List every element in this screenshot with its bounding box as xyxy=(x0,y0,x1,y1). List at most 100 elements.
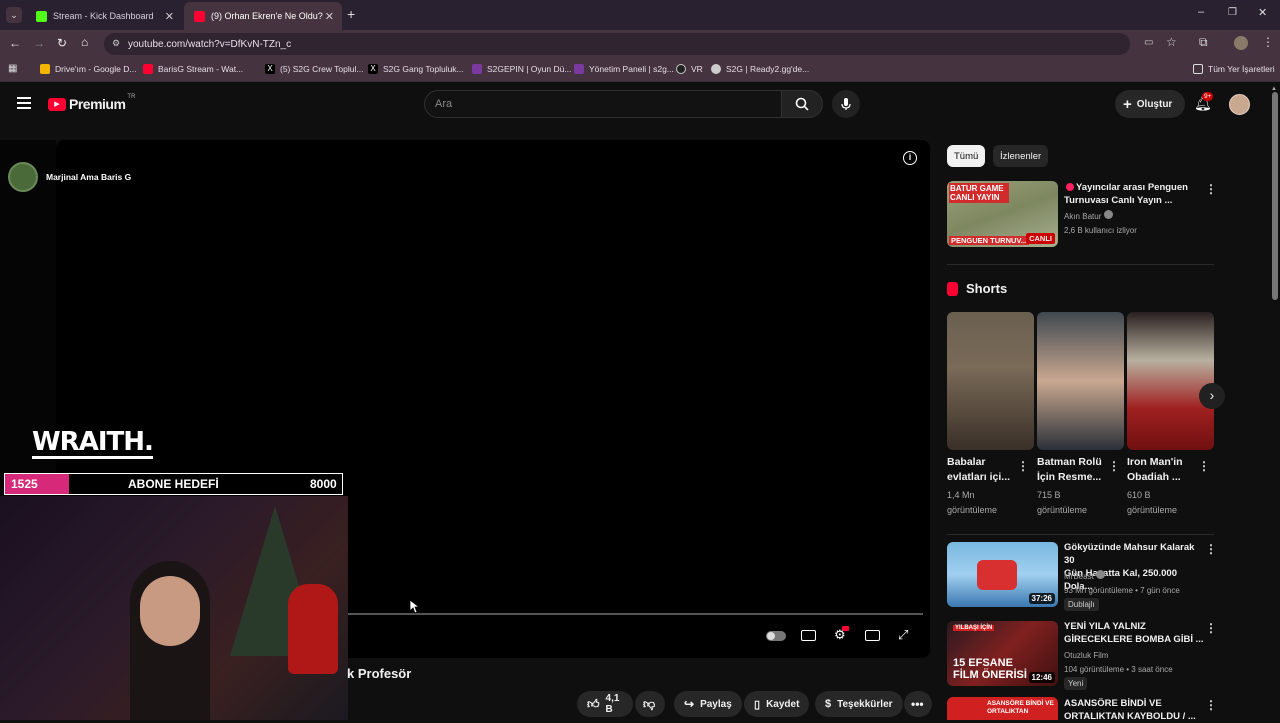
live-video-title[interactable]: Yayıncılar arası Penguen Turnuvası Canlı… xyxy=(1064,181,1204,207)
bookmark-item[interactable]: X S2G Gang Topluluk... xyxy=(368,64,464,74)
more-options-icon[interactable]: ⋮ xyxy=(1205,698,1217,712)
account-avatar[interactable] xyxy=(1229,94,1250,115)
thumb-line: FİLM ÖNERİSİ xyxy=(953,669,1027,681)
bookmark-label: VR xyxy=(691,64,703,74)
bookmark-item[interactable]: S2G | Ready2.gg'de... xyxy=(711,64,809,74)
save-label: Kaydet xyxy=(766,698,800,710)
reload-icon[interactable]: ↻ xyxy=(57,36,67,50)
short-thumbnail[interactable] xyxy=(1127,312,1214,450)
title-line: Yayıncılar arası Penguen xyxy=(1076,182,1188,193)
autoplay-toggle[interactable] xyxy=(766,631,786,641)
microphone-icon xyxy=(841,98,851,110)
maximize-button[interactable]: ❐ xyxy=(1228,7,1237,18)
scroll-up-arrow[interactable]: ▲ xyxy=(1271,86,1277,92)
subtitles-icon[interactable] xyxy=(801,630,816,641)
chip-watched[interactable]: İzlenenler xyxy=(993,145,1049,167)
bookmark-star-icon[interactable]: ☆ xyxy=(1166,35,1177,49)
more-options-icon[interactable]: ⋮ xyxy=(1198,459,1210,473)
home-icon[interactable]: ⌂ xyxy=(81,35,88,49)
video-channel[interactable]: MrBeast xyxy=(1064,570,1106,583)
bookmark-item[interactable]: S2GEPIN | Oyun Dü... xyxy=(472,64,571,74)
back-icon[interactable]: ← xyxy=(9,36,21,50)
live-video-channel[interactable]: Akın Batur xyxy=(1064,210,1113,223)
progress-bar[interactable] xyxy=(347,613,923,615)
tab-youtube-video[interactable]: (9) Orhan Ekren'e Ne Oldu? İng ✕ xyxy=(184,2,342,30)
verified-icon xyxy=(1096,570,1106,579)
profile-avatar[interactable] xyxy=(1234,36,1248,50)
new-tab-button[interactable]: + xyxy=(347,6,355,22)
chip-label: Tümü xyxy=(954,150,979,162)
more-icon: ••• xyxy=(911,697,924,711)
more-options-icon[interactable]: ⋮ xyxy=(1205,621,1217,635)
thanks-button[interactable]: $ Teşekkürler xyxy=(815,691,903,717)
video-thumbnail[interactable]: YILBAŞI İÇİN 15 EFSANE FİLM ÖNERİSİ 12:46 xyxy=(947,621,1058,686)
tab-list-button[interactable]: ⌄ xyxy=(6,7,22,23)
views-count: 715 B xyxy=(1037,490,1061,500)
url-text: youtube.com/watch?v=DfKvN-TZn_c xyxy=(128,38,292,50)
address-bar[interactable]: ⚙ youtube.com/watch?v=DfKvN-TZn_c ▭ xyxy=(104,33,1153,55)
chip-all[interactable]: Tümü xyxy=(947,145,986,167)
short-title[interactable]: Babalar evlatları içi... xyxy=(947,455,1017,485)
bookmark-item[interactable]: VR xyxy=(676,64,703,74)
short-thumbnail[interactable] xyxy=(947,312,1034,450)
short-thumbnail[interactable] xyxy=(1037,312,1124,450)
video-title[interactable]: ASANSÖRE BİNDİ VE ORTALIKTAN KAYBOLDU / .… xyxy=(1064,697,1204,723)
search-button[interactable] xyxy=(781,90,823,118)
more-options-icon[interactable]: ⋮ xyxy=(1205,182,1217,196)
install-app-icon[interactable]: ▭ xyxy=(1144,37,1153,48)
hamburger-menu-icon[interactable] xyxy=(17,97,31,109)
close-window-button[interactable]: ✕ xyxy=(1258,6,1267,19)
tab-kick-dashboard[interactable]: Stream - Kick Dashboard ✕ xyxy=(26,2,182,30)
youtube-icon xyxy=(143,64,153,74)
bookmark-item[interactable]: Drive'ım - Google D... xyxy=(40,64,136,74)
youtube-logo[interactable]: ▶ Premium TR xyxy=(48,94,135,112)
bookmark-item[interactable]: Yönetim Paneli | s2g... xyxy=(574,64,674,74)
video-thumbnail[interactable]: ASANSÖRE BİNDİ VE ORTALIKTAN xyxy=(947,697,1058,720)
shorts-next-button[interactable]: › xyxy=(1199,383,1225,409)
share-button[interactable]: ↪ Paylaş xyxy=(674,691,742,717)
more-options-icon[interactable]: ⋮ xyxy=(1017,459,1029,473)
page-scrollbar[interactable] xyxy=(1272,92,1278,300)
short-title[interactable]: Iron Man'in Obadiah ... xyxy=(1127,455,1197,485)
shorts-icon xyxy=(947,281,958,296)
info-icon[interactable]: i xyxy=(903,151,917,165)
apps-grid-icon[interactable]: ▦ xyxy=(8,63,17,74)
title-line: İçin Resme... xyxy=(1037,471,1102,483)
vr-icon xyxy=(676,64,686,74)
extensions-icon[interactable]: ⧉ xyxy=(1199,35,1208,50)
close-tab-icon[interactable]: ✕ xyxy=(325,10,334,23)
close-tab-icon[interactable]: ✕ xyxy=(165,10,174,23)
subscriber-goal-bar: 1525 ABONE HEDEFİ 8000 xyxy=(4,473,343,495)
settings-icon[interactable]: ⚙ xyxy=(834,626,849,643)
browser-menu-icon[interactable]: ⋮ xyxy=(1262,35,1274,49)
fullscreen-icon[interactable]: ⤢ xyxy=(898,627,908,643)
site-info-icon[interactable]: ⚙ xyxy=(112,38,120,49)
search-input[interactable]: Ara xyxy=(424,90,782,118)
title-line: Babalar xyxy=(947,456,986,468)
bookmark-item[interactable]: BarisG Stream - Wat... xyxy=(143,64,243,74)
create-button[interactable]: + Oluştur xyxy=(1115,90,1185,118)
save-button[interactable]: ▯ Kaydet xyxy=(744,691,810,717)
more-actions-button[interactable]: ••• xyxy=(904,691,932,717)
all-bookmarks-folder[interactable]: Tüm Yer İşaretleri xyxy=(1193,64,1275,74)
theater-mode-icon[interactable] xyxy=(865,630,880,641)
more-options-icon[interactable]: ⋮ xyxy=(1205,542,1217,556)
video-channel[interactable]: Otuzluk Film xyxy=(1064,649,1108,662)
video-thumbnail[interactable]: 37:26 xyxy=(947,542,1058,607)
s2g-icon xyxy=(574,64,584,74)
bookmark-item[interactable]: X (5) S2G Crew Toplul... xyxy=(265,64,363,74)
short-title[interactable]: Batman Rolü İçin Resme... xyxy=(1037,455,1109,485)
minimize-button[interactable]: – xyxy=(1198,6,1204,18)
notifications-button[interactable]: 🔔︎ 9+ xyxy=(1194,92,1214,113)
dislike-button[interactable]: 👎︎ xyxy=(635,691,665,717)
live-video-thumbnail[interactable]: BATUR GAME CANLI YAYIN PENGUEN TURNUV...… xyxy=(947,181,1058,247)
shorts-header: Shorts xyxy=(947,281,1007,296)
video-title[interactable]: YENİ YILA YALNIZ GİRECEKLERE BOMBA GİBİ .… xyxy=(1064,620,1204,646)
title-line: Obadiah ... xyxy=(1127,471,1181,483)
more-options-icon[interactable]: ⋮ xyxy=(1108,459,1120,473)
new-badge: Yeni xyxy=(1064,677,1088,690)
forward-icon[interactable]: → xyxy=(33,36,45,50)
voice-search-button[interactable] xyxy=(832,90,860,118)
like-button[interactable]: 👍︎ 4,1 B xyxy=(577,691,633,717)
browser-toolbar: ← → ↻ ⌂ ⚙ youtube.com/watch?v=DfKvN-TZn_… xyxy=(0,30,1280,58)
